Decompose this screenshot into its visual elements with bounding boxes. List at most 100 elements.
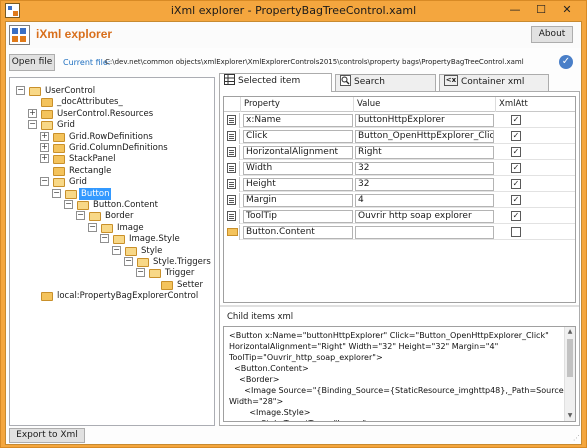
- xmlatt-checkbox[interactable]: ✓: [511, 211, 521, 221]
- tree-node[interactable]: Rectangle: [10, 165, 214, 177]
- collapse-icon[interactable]: −: [28, 120, 37, 130]
- tree-node[interactable]: − Style: [10, 245, 214, 257]
- tree-node[interactable]: + StackPanel: [10, 153, 214, 165]
- tree-node[interactable]: + UserControl.Resources: [10, 108, 214, 120]
- scroll-down-icon[interactable]: ▼: [565, 411, 575, 421]
- value-cell[interactable]: buttonHttpExplorer: [355, 114, 494, 127]
- row-header[interactable]: [224, 161, 240, 176]
- collapse-icon[interactable]: −: [64, 200, 73, 209]
- value-cell[interactable]: 32: [355, 162, 494, 175]
- export-to-xml-button[interactable]: Export to Xml: [9, 428, 85, 443]
- tree-node[interactable]: + Grid.ColumnDefinitions: [10, 142, 214, 154]
- tree-node[interactable]: − Image: [10, 222, 214, 234]
- xml-tree-view[interactable]: − UserControl _docAttributes_ + UserControl.…: [9, 77, 215, 426]
- validate-check-icon[interactable]: ✓: [559, 55, 573, 69]
- tree-node[interactable]: − Image.Style: [10, 233, 214, 245]
- collapse-icon[interactable]: −: [40, 177, 49, 187]
- collapse-icon[interactable]: −: [112, 245, 121, 255]
- grid-row[interactable]: Button.Content: [224, 225, 575, 240]
- row-header[interactable]: [224, 113, 240, 128]
- tree-node[interactable]: local:PropertyBagExplorerControl: [10, 290, 214, 302]
- open-file-button[interactable]: Open file: [9, 54, 55, 71]
- tree-node[interactable]: − Grid: [10, 119, 214, 131]
- row-header[interactable]: [224, 193, 240, 208]
- grid-row[interactable]: ToolTip Ouvrir http soap explorer ✓: [224, 209, 575, 224]
- property-grid[interactable]: Property Value XmlAtt x:Name buttonHttpEx…: [223, 96, 576, 303]
- collapse-icon[interactable]: −: [16, 86, 25, 95]
- column-header-value[interactable]: Value: [354, 97, 496, 112]
- collapse-icon[interactable]: −: [52, 188, 61, 198]
- value-cell[interactable]: [355, 226, 494, 239]
- collapse-icon[interactable]: −: [88, 222, 97, 232]
- tree-node[interactable]: − Border: [10, 210, 214, 222]
- expand-icon[interactable]: +: [40, 131, 49, 141]
- tree-node[interactable]: − Button.Content: [10, 199, 214, 211]
- expand-icon[interactable]: +: [28, 108, 37, 118]
- row-header[interactable]: [224, 129, 240, 144]
- child-xml-textbox[interactable]: <Button x:Name="buttonHttpExplorer" Clic…: [223, 326, 576, 422]
- column-header-property[interactable]: Property: [241, 97, 354, 112]
- grid-row[interactable]: x:Name buttonHttpExplorer ✓: [224, 113, 575, 128]
- tree-node[interactable]: _docAttributes_: [10, 96, 214, 108]
- column-header-xmlatt[interactable]: XmlAtt: [496, 97, 536, 112]
- property-cell[interactable]: Width: [243, 162, 353, 175]
- property-cell[interactable]: ToolTip: [243, 210, 353, 223]
- folder-icon: [53, 178, 65, 188]
- property-cell[interactable]: Height: [243, 178, 353, 191]
- tree-node[interactable]: − Button: [10, 187, 214, 200]
- property-cell[interactable]: HorizontalAlignment: [243, 146, 353, 159]
- grid-row[interactable]: Margin 4 ✓: [224, 193, 575, 208]
- grid-row[interactable]: HorizontalAlignment Right ✓: [224, 145, 575, 160]
- value-cell[interactable]: 32: [355, 178, 494, 191]
- collapse-icon[interactable]: −: [100, 234, 109, 244]
- xmlatt-checkbox[interactable]: ✓: [511, 147, 521, 157]
- grid-row[interactable]: Click Button_OpenHttpExplorer_Click ✓: [224, 129, 575, 144]
- value-cell[interactable]: Button_OpenHttpExplorer_Click: [355, 130, 494, 143]
- xmlatt-checkbox[interactable]: ✓: [511, 131, 521, 141]
- grid-row[interactable]: Width 32 ✓: [224, 161, 575, 176]
- minimize-button[interactable]: —: [502, 1, 528, 20]
- about-button[interactable]: About: [531, 26, 573, 43]
- row-header[interactable]: [224, 209, 240, 224]
- xmlatt-checkbox[interactable]: ✓: [511, 179, 521, 189]
- xmlatt-checkbox[interactable]: [511, 227, 521, 237]
- property-cell[interactable]: Click: [243, 130, 353, 143]
- value-cell[interactable]: 4: [355, 194, 494, 207]
- property-cell[interactable]: Button.Content: [243, 226, 353, 239]
- xmlatt-checkbox[interactable]: ✓: [511, 195, 521, 205]
- tree-node[interactable]: − Style.Triggers: [10, 256, 214, 268]
- row-header[interactable]: [224, 177, 240, 192]
- property-cell[interactable]: Margin: [243, 194, 353, 207]
- resize-grip-icon[interactable]: ⋰: [570, 433, 580, 443]
- tree-node[interactable]: − UserControl: [10, 85, 214, 97]
- scroll-thumb[interactable]: [567, 339, 573, 377]
- folder-icon: [29, 87, 41, 96]
- xmlatt-checkbox[interactable]: ✓: [511, 115, 521, 125]
- collapse-icon[interactable]: −: [124, 257, 133, 266]
- window-title: iXml explorer - PropertyBagTreeControl.x…: [170, 4, 417, 17]
- tree-node[interactable]: − Trigger: [10, 267, 214, 279]
- tree-node[interactable]: Setter: [10, 279, 214, 291]
- xml-vertical-scrollbar[interactable]: ▲ ▼: [564, 327, 575, 421]
- scroll-up-icon[interactable]: ▲: [565, 327, 575, 337]
- close-button[interactable]: ✕: [554, 1, 580, 20]
- value-cell[interactable]: Ouvrir http soap explorer: [355, 210, 494, 223]
- app-icon[interactable]: [5, 3, 20, 18]
- expand-icon[interactable]: +: [40, 143, 49, 152]
- panel-splitter[interactable]: [220, 305, 579, 307]
- tab-selected-item[interactable]: Selected item: [219, 73, 332, 92]
- tab-container-xml[interactable]: <x Container xml: [439, 74, 549, 91]
- tab-search[interactable]: Search: [335, 74, 436, 91]
- row-header[interactable]: [224, 145, 240, 160]
- tree-node[interactable]: − Grid: [10, 176, 214, 188]
- grid-row[interactable]: Height 32 ✓: [224, 177, 575, 192]
- tree-node[interactable]: + Grid.RowDefinitions: [10, 131, 214, 143]
- maximize-button[interactable]: ☐: [528, 1, 554, 20]
- row-header[interactable]: [224, 225, 240, 240]
- value-cell[interactable]: Right: [355, 146, 494, 159]
- collapse-icon[interactable]: −: [76, 211, 85, 221]
- xmlatt-checkbox[interactable]: ✓: [511, 163, 521, 173]
- collapse-icon[interactable]: −: [136, 268, 145, 278]
- expand-icon[interactable]: +: [40, 154, 49, 164]
- property-cell[interactable]: x:Name: [243, 114, 353, 127]
